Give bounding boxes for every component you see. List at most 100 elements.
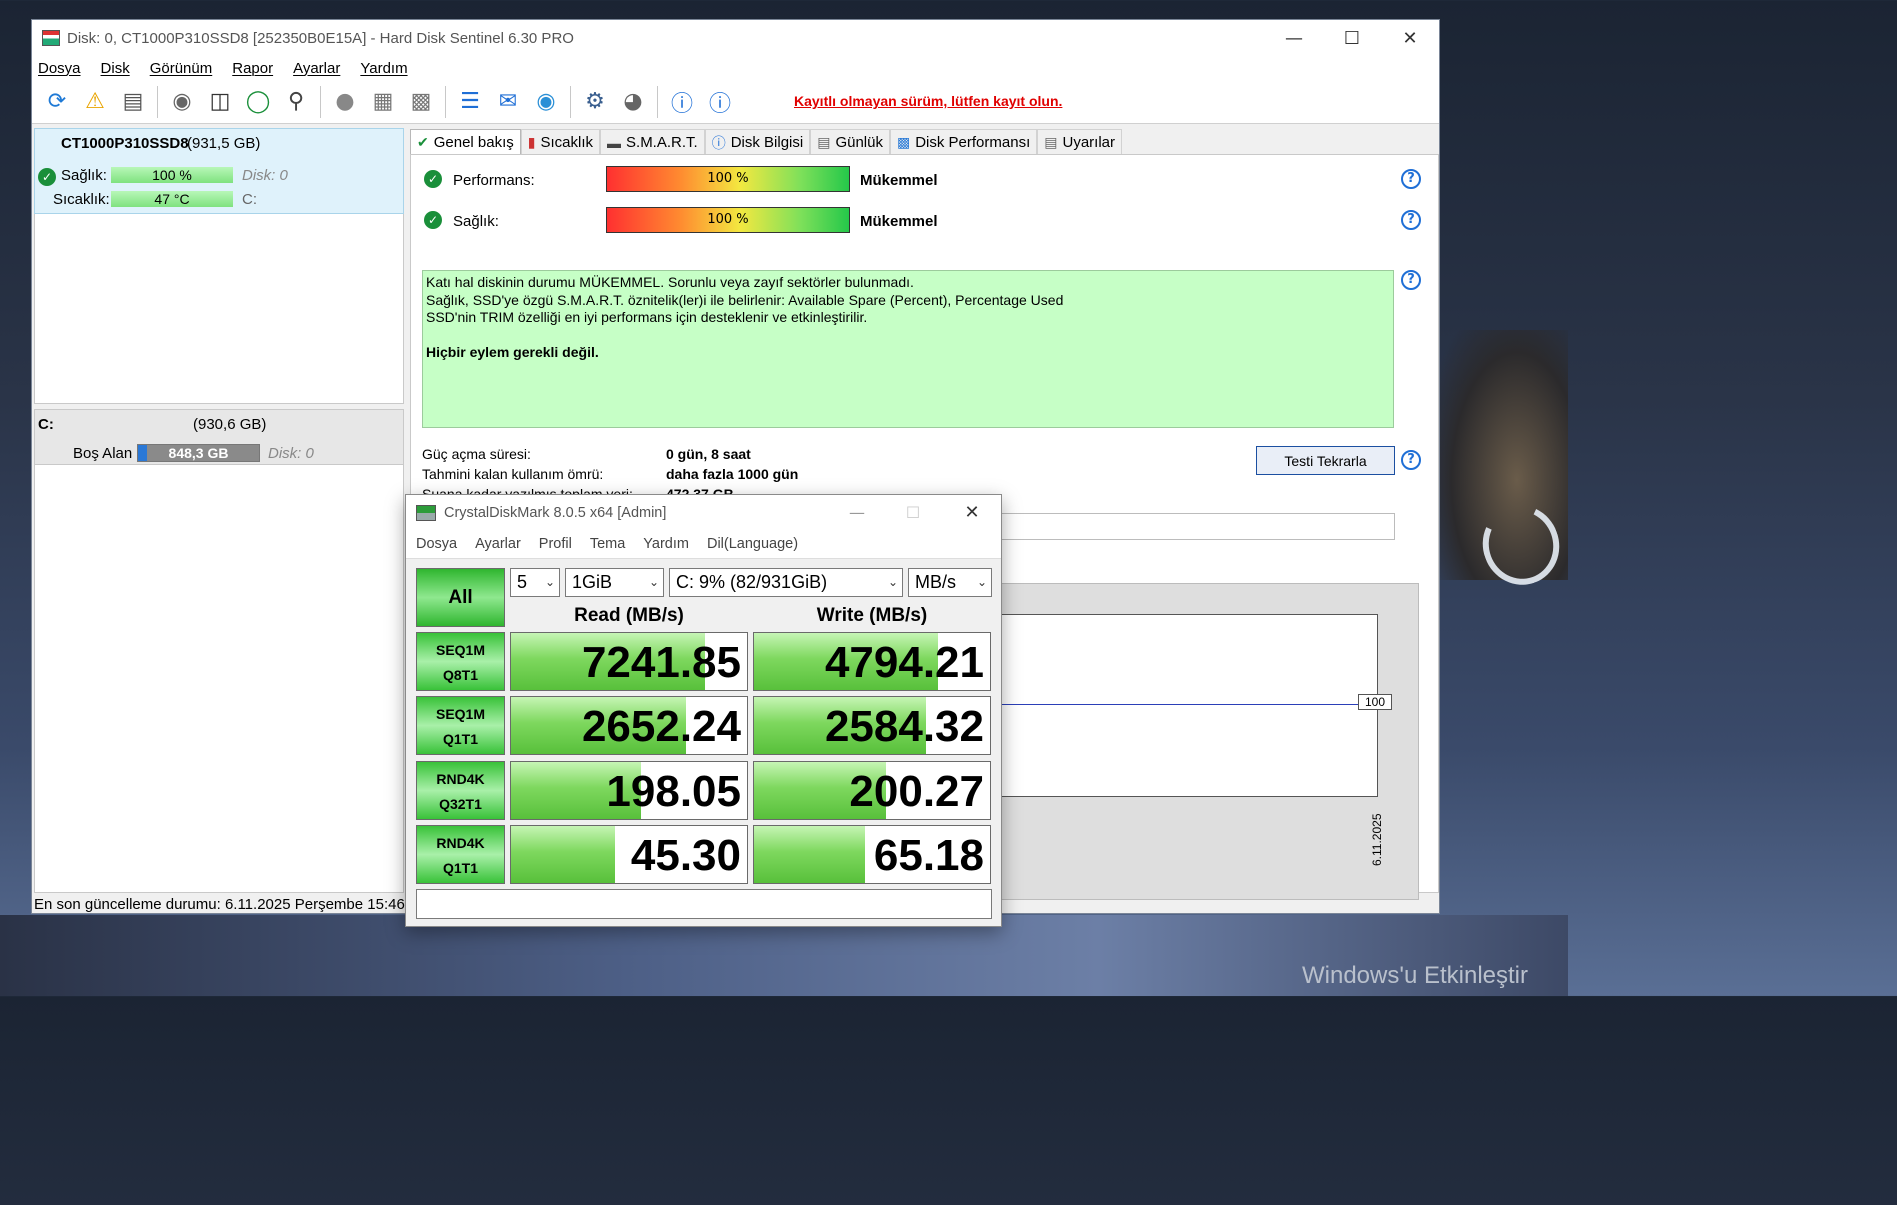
cdm-window: CrystalDiskMark 8.0.5 x64 [Admin] — ☐ ✕ … [405,494,1002,927]
volume-list [34,409,404,893]
cdm-menu-profil[interactable]: Profil [539,536,572,552]
register-notice-link[interactable]: Kayıtlı olmayan sürüm, lütfen kayıt olun… [794,93,1062,109]
test-button[interactable]: SEQ1M Q1T1 [416,696,505,755]
menu-dosya[interactable]: Dosya [38,60,81,77]
maximize-button[interactable]: ☐ [1323,20,1381,56]
test-name: RND4K [436,835,485,851]
info-icon[interactable]: ⓘ [704,86,736,118]
cdm-menu-yardim[interactable]: Yardım [643,536,689,552]
refresh-icon[interactable]: ⟳ [41,86,73,118]
sound-icon[interactable]: ◕ [617,86,649,118]
read-value: 2652.24 [581,702,741,751]
test-queue: Q32T1 [439,796,482,812]
status-help-icon[interactable]: ? [1401,270,1421,290]
cdm-menu-tema[interactable]: Tema [590,536,625,552]
performance-help-icon[interactable]: ? [1401,169,1421,189]
disk-cover-icon[interactable]: ● [329,86,361,118]
count-select[interactable]: 5 ⌄ [510,568,560,597]
comment-field[interactable] [416,889,992,919]
remaining-life-value: daha fazla 1000 gün [666,466,799,482]
status-line: Katı hal diskinin durumu MÜKEMMEL. Sorun… [426,274,914,290]
tab-smart[interactable]: ▬ S.M.A.R.T. [600,129,705,155]
cdm-minimize-button[interactable]: — [832,495,882,530]
hds-titlebar[interactable]: Disk: 0, CT1000P310SSD8 [252350B0E15A] -… [32,20,1439,56]
cdm-menu-dosya[interactable]: Dosya [416,536,457,552]
refresh-warning-icon[interactable]: ⚠ [79,86,111,118]
report-icon[interactable]: ☰ [454,86,486,118]
all-button[interactable]: All [416,568,505,627]
mail-icon[interactable]: ✉ [492,86,524,118]
tab-label: Disk Bilgisi [730,134,804,151]
write-result-cell: 2584.32 [753,696,991,755]
write-result-cell: 4794.21 [753,632,991,691]
test-button[interactable]: RND4K Q1T1 [416,825,505,884]
read-result-cell: 2652.24 [510,696,748,755]
cdm-maximize-button[interactable]: ☐ [888,495,938,530]
cdm-titlebar[interactable]: CrystalDiskMark 8.0.5 x64 [Admin] — ☐ ✕ [406,495,1001,530]
close-button[interactable]: ✕ [1381,20,1439,56]
test-queue: Q1T1 [442,860,478,876]
disk-list-icon[interactable]: ▤ [117,86,149,118]
performance-bar: 100 % [606,166,850,192]
unit-select[interactable]: MB/s ⌄ [908,568,992,597]
disk-schedule-icon[interactable]: ◫ [204,86,236,118]
retest-button[interactable]: Testi Tekrarla [1256,446,1395,475]
progress-field [1001,513,1395,540]
free-space-value: 848,3 GB [168,445,229,461]
cdm-body: All 5 ⌄ 1GiB ⌄ C: 9% (82/931GiB) ⌄ MB/s ⌄ Re… [406,558,1001,926]
cdm-menu-language[interactable]: Dil(Language) [707,536,798,552]
size-value: 1GiB [572,572,613,592]
temperature-drive-label: C: [242,191,257,208]
cdm-close-button[interactable]: ✕ [947,495,997,530]
health-rating: Mükemmel [860,213,938,230]
gear-icon[interactable]: ⚙ [579,86,611,118]
write-level-bar [754,826,865,883]
network-icon[interactable]: ◉ [530,86,562,118]
tab-alerts[interactable]: ▤ Uyarılar [1037,129,1122,155]
write-result-cell: 200.27 [753,761,991,820]
disk-check-icon[interactable]: ◯ [242,86,274,118]
health-help-icon[interactable]: ? [1401,210,1421,230]
health-rating-bar: 100 % [606,207,850,233]
performance-value: 100 % [707,171,749,186]
write-result-cell: 65.18 [753,825,991,884]
tab-log[interactable]: ▤ Günlük [810,129,890,155]
tab-overview[interactable]: ✔ Genel bakış [410,129,521,155]
disk-test-icon[interactable]: ◉ [166,86,198,118]
cdm-menu-ayarlar[interactable]: Ayarlar [475,536,521,552]
menu-ayarlar[interactable]: Ayarlar [293,60,340,77]
minimize-button[interactable]: — [1265,20,1323,56]
document-icon: ▤ [817,134,831,150]
menu-yardim[interactable]: Yardım [360,60,407,77]
test-button[interactable]: RND4K Q32T1 [416,761,505,820]
help-icon[interactable]: ⓘ [666,86,698,118]
disk-card[interactable]: CT1000P310SSD8 (931,5 GB) ✓ Sağlık: 100 … [34,128,404,214]
alerts-icon: ▤ [1044,134,1058,150]
tab-label: Uyarılar [1062,134,1115,151]
tab-label: Sıcaklık [540,134,594,151]
power-on-value: 0 gün, 8 saat [666,446,751,462]
write-value: 2584.32 [824,702,984,751]
drive-box-icon[interactable]: ▩ [405,86,437,118]
tab-disk-performance[interactable]: ▩ Disk Performansı [889,129,1038,155]
health-history-chart: 100 6.11.2025 [1001,583,1419,900]
tab-temperature[interactable]: ▮ Sıcaklık [520,129,601,155]
menu-gorunum[interactable]: Görünüm [150,60,213,77]
drive-select[interactable]: C: 9% (82/931GiB) ⌄ [669,568,903,597]
menu-disk[interactable]: Disk [101,60,130,77]
drive-icon[interactable]: ▦ [367,86,399,118]
size-select[interactable]: 1GiB ⌄ [565,568,664,597]
status-line: Sağlık, SSD'ye özgü S.M.A.R.T. öznitelik… [426,291,1064,308]
volume-card[interactable]: C: (930,6 GB) Boş Alan 848,3 GB Disk: 0 [34,409,404,465]
tab-disk-info[interactable]: ⓘ Disk Bilgisi [704,129,811,155]
cdm-app-icon [416,504,436,521]
retest-help-icon[interactable]: ? [1401,450,1421,470]
test-button[interactable]: SEQ1M Q8T1 [416,632,505,691]
tab-label: S.M.A.R.T. [626,134,698,151]
read-level-bar [511,826,615,883]
performance-ok-icon: ✓ [424,170,442,188]
volume-disk-label: Disk: 0 [268,445,314,462]
read-header: Read (MB/s) [574,605,684,626]
menu-rapor[interactable]: Rapor [232,60,273,77]
disk-search-icon[interactable]: ⚲ [280,86,312,118]
